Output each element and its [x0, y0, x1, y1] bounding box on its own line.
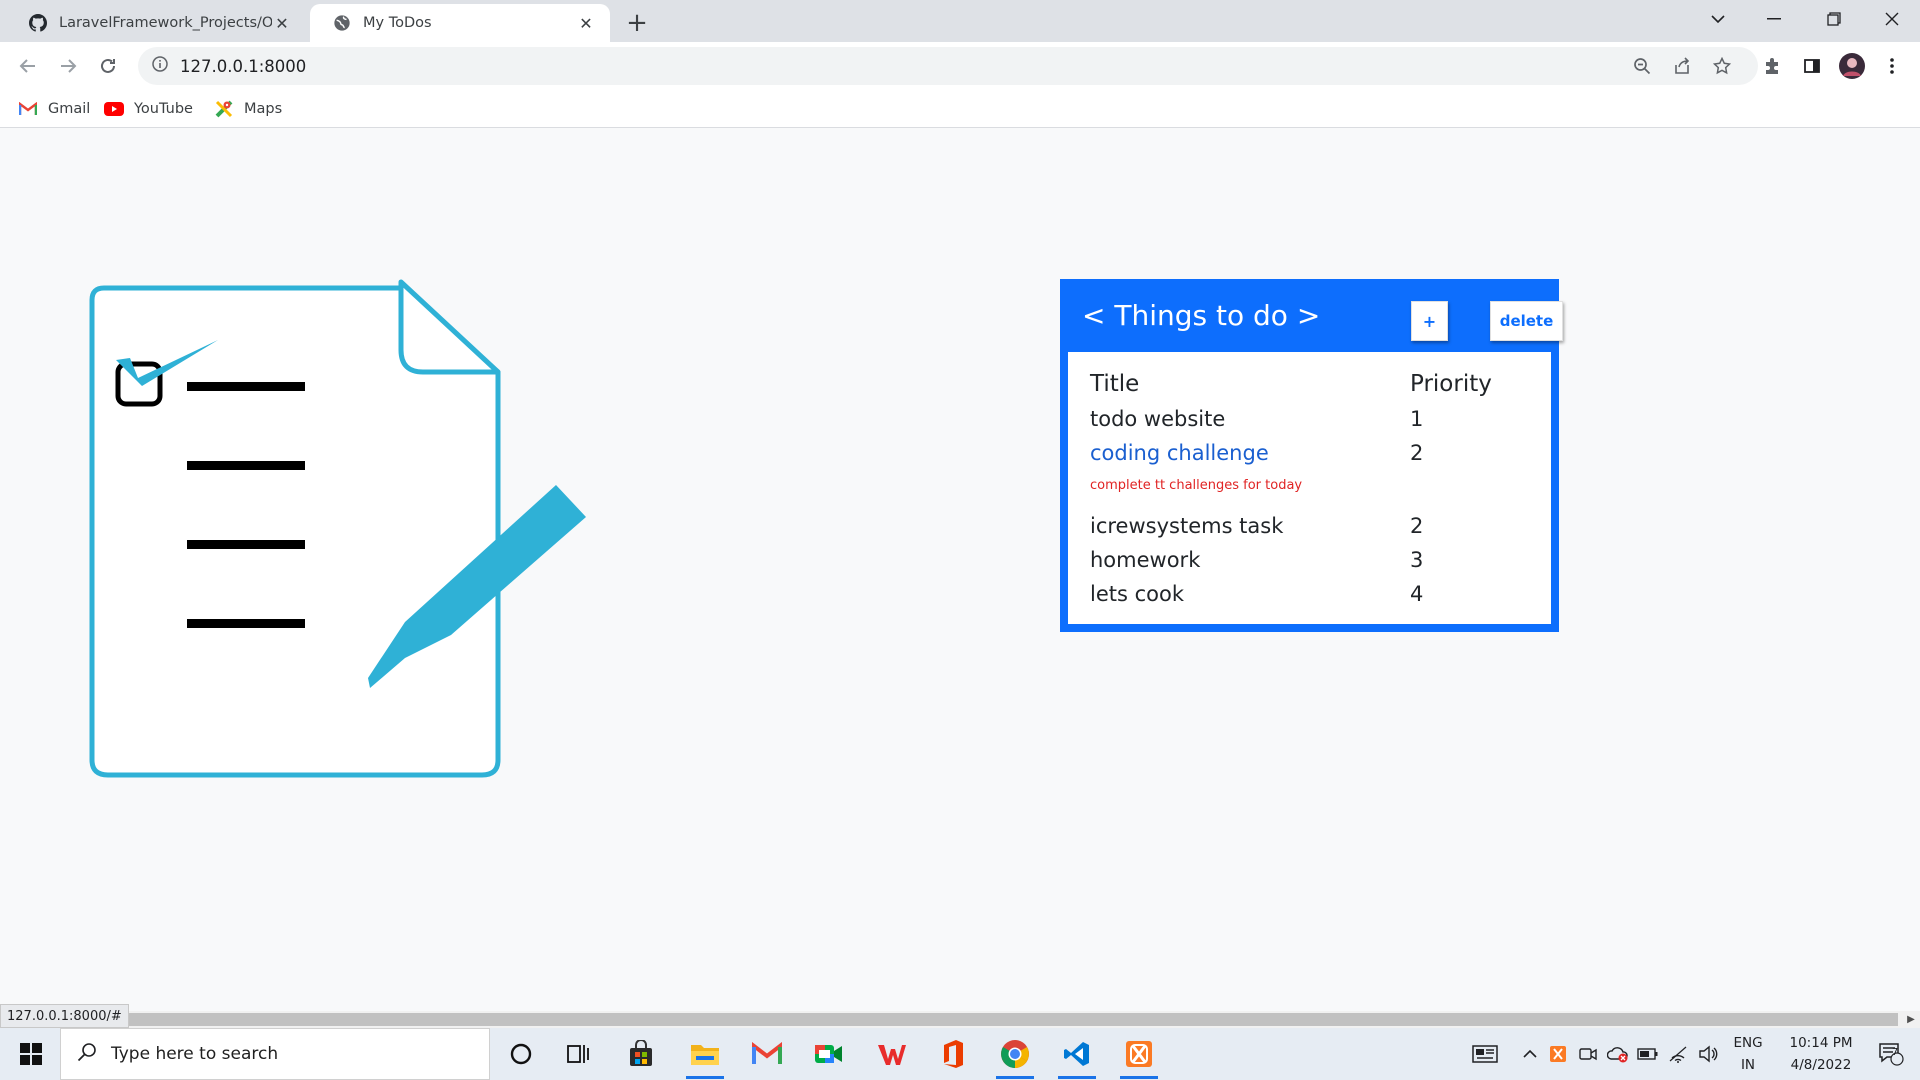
bookmarks-bar: Gmail YouTube Maps	[0, 90, 1920, 128]
bookmark-label: YouTube	[134, 101, 193, 117]
onedrive-error-icon[interactable]	[1606, 1042, 1630, 1066]
column-header-priority: Priority	[1410, 371, 1492, 397]
bookmark-star-icon[interactable]	[1708, 52, 1736, 80]
menu-icon[interactable]	[1876, 50, 1908, 82]
language-code: ENG	[1733, 1035, 1763, 1051]
clock-time: 10:14 PM	[1789, 1035, 1853, 1051]
close-icon[interactable]: ✕	[272, 13, 292, 33]
minimize-button[interactable]	[1746, 0, 1802, 38]
clock[interactable]: 10:14 PM 4/8/2022	[1772, 1032, 1870, 1076]
tab-github[interactable]: LaravelFramework_Projects/Output ✕	[6, 4, 306, 42]
tab-search-chevron-icon[interactable]	[1690, 0, 1746, 38]
bookmark-maps[interactable]: Maps	[214, 98, 282, 120]
close-icon[interactable]: ✕	[576, 13, 596, 33]
chevron-up-icon[interactable]	[1518, 1042, 1542, 1066]
xampp-icon[interactable]	[1112, 1034, 1166, 1079]
todo-title[interactable]: todo website	[1090, 407, 1225, 431]
todo-priority: 3	[1410, 548, 1424, 572]
file-explorer-icon[interactable]	[678, 1034, 732, 1079]
office-icon[interactable]	[926, 1034, 980, 1074]
todo-title[interactable]: icrewsystems task	[1090, 514, 1283, 538]
info-icon[interactable]	[152, 56, 168, 76]
card-header: < Things to do >	[1068, 287, 1551, 352]
gmail-taskbar-icon[interactable]	[740, 1034, 794, 1074]
chrome-icon[interactable]	[988, 1034, 1042, 1079]
address-bar[interactable]: 127.0.0.1:8000	[138, 47, 1758, 85]
tab-my-todos[interactable]: My ToDos ✕	[310, 4, 610, 42]
status-bar-url: 127.0.0.1:8000/#	[0, 1004, 129, 1028]
todo-card: < Things to do > + delete Title Priority…	[1060, 279, 1563, 632]
youtube-icon	[104, 100, 124, 118]
bookmark-youtube[interactable]: YouTube	[104, 98, 193, 120]
add-todo-button[interactable]: +	[1411, 301, 1448, 341]
language-indicator[interactable]: ENG IN	[1728, 1032, 1768, 1076]
restore-button[interactable]	[1806, 0, 1862, 38]
todo-priority: 2	[1410, 514, 1424, 538]
wifi-icon[interactable]	[1666, 1042, 1690, 1066]
bookmark-label: Maps	[244, 101, 283, 117]
gmail-icon	[18, 100, 38, 118]
volume-icon[interactable]	[1696, 1042, 1720, 1066]
windows-start-button[interactable]	[10, 1038, 52, 1070]
notification-count: 7	[1891, 1047, 1899, 1058]
cortana-icon[interactable]	[494, 1034, 548, 1074]
bookmark-gmail[interactable]: Gmail	[18, 98, 90, 120]
todo-description: complete tt challenges for today	[1090, 478, 1303, 493]
checklist-illustration	[80, 270, 600, 790]
taskbar-search-input[interactable]: Type here to search	[60, 1028, 490, 1080]
wps-office-icon[interactable]	[864, 1034, 918, 1074]
new-tab-button[interactable]: +	[622, 8, 652, 38]
search-icon	[77, 1042, 97, 1066]
meet-tray-icon[interactable]	[1576, 1042, 1600, 1066]
windows-taskbar: Type here to search ENG IN 10:14 PM 4/8/…	[0, 1028, 1920, 1080]
zoom-icon[interactable]	[1628, 52, 1656, 80]
share-icon[interactable]	[1668, 52, 1696, 80]
side-panel-icon[interactable]	[1796, 50, 1828, 82]
todo-title[interactable]: homework	[1090, 548, 1200, 572]
close-window-button[interactable]	[1864, 0, 1920, 38]
github-icon	[28, 14, 47, 33]
scrollbar-thumb[interactable]	[122, 1013, 1898, 1026]
profile-avatar[interactable]	[1836, 50, 1868, 82]
todo-title-selected[interactable]: coding challenge	[1090, 441, 1269, 465]
todo-title[interactable]: lets cook	[1090, 582, 1184, 606]
back-button[interactable]	[12, 50, 44, 82]
globe-icon	[332, 14, 351, 33]
scroll-right-arrow-icon[interactable]: ▶	[1904, 1013, 1918, 1026]
bookmark-label: Gmail	[48, 101, 91, 117]
address-text[interactable]: 127.0.0.1:8000	[180, 57, 306, 76]
column-header-title: Title	[1090, 371, 1140, 397]
search-placeholder: Type here to search	[111, 1044, 279, 1064]
task-view-icon[interactable]	[552, 1034, 606, 1074]
tab-title: My ToDos	[363, 15, 432, 31]
battery-icon[interactable]	[1636, 1042, 1660, 1066]
keyboard-icon[interactable]	[1470, 1042, 1500, 1066]
forward-button[interactable]	[52, 50, 84, 82]
extensions-icon[interactable]	[1756, 50, 1788, 82]
xampp-tray-icon[interactable]	[1546, 1042, 1570, 1066]
google-meet-icon[interactable]	[802, 1034, 856, 1074]
vscode-icon[interactable]	[1050, 1034, 1104, 1079]
card-title: < Things to do >	[1082, 299, 1321, 332]
todo-priority: 4	[1410, 582, 1424, 606]
browser-toolbar: 127.0.0.1:8000	[0, 42, 1920, 90]
todo-priority: 1	[1410, 407, 1424, 431]
store-icon[interactable]	[614, 1034, 668, 1074]
reload-button[interactable]	[92, 50, 124, 82]
todo-priority: 2	[1410, 441, 1424, 465]
tab-title: LaravelFramework_Projects/Output	[59, 15, 272, 31]
delete-button[interactable]: delete	[1490, 301, 1563, 341]
clock-date: 4/8/2022	[1790, 1057, 1852, 1073]
horizontal-scrollbar[interactable]: ▶	[0, 1011, 1920, 1028]
notification-center-icon[interactable]: 7	[1874, 1042, 1908, 1066]
region-code: IN	[1740, 1057, 1756, 1073]
maps-icon	[214, 100, 234, 118]
browser-tab-bar: LaravelFramework_Projects/Output ✕ My To…	[0, 0, 1920, 42]
